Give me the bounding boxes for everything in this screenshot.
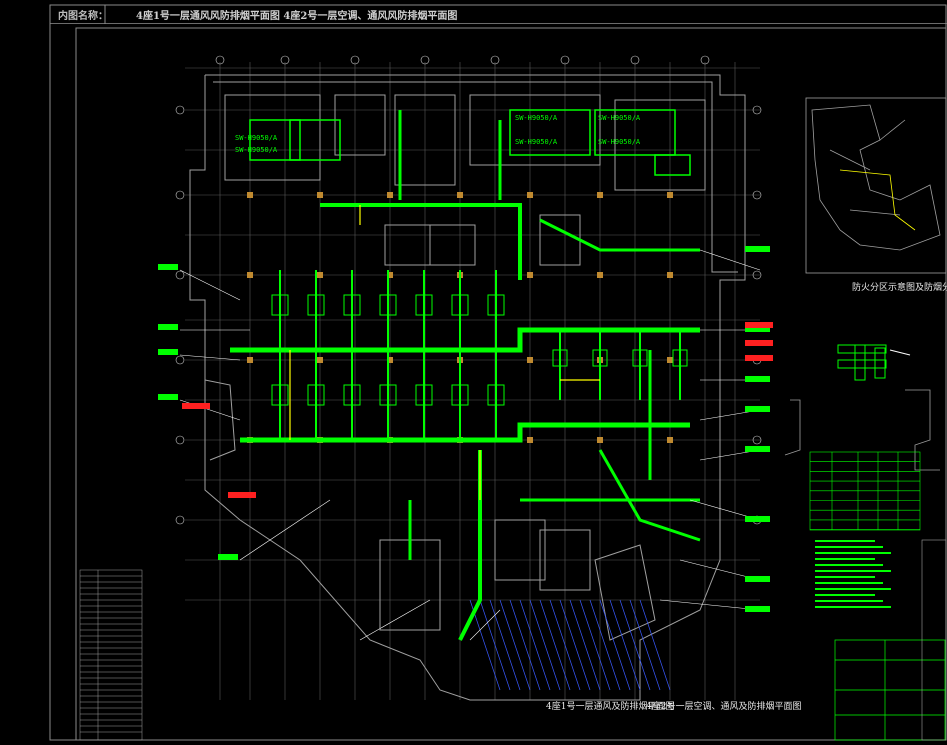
equipment-tag: SW-H9050/A: [598, 138, 641, 146]
column: [667, 357, 673, 363]
hatch-line: [499, 599, 531, 691]
column: [527, 272, 533, 278]
equipment-tag: SW-H9050/A: [515, 138, 558, 146]
hatch-line: [539, 599, 571, 691]
note-line: [815, 594, 875, 596]
ahu-unit: [289, 119, 341, 161]
axis-bubble: [175, 105, 185, 115]
red-tag: [745, 340, 773, 346]
note-line: [815, 582, 883, 584]
equipment-tag: SW-H9050/A: [598, 114, 641, 122]
tag-text-block: [158, 264, 178, 270]
hatch-line: [529, 599, 561, 691]
legend-table: [79, 569, 143, 741]
axis-bubble: [175, 270, 185, 280]
key-plan: [805, 97, 947, 274]
column: [317, 357, 323, 363]
duct-run: [230, 327, 700, 353]
tag-text-block: [745, 606, 770, 612]
hatch-line: [559, 599, 591, 691]
column: [597, 437, 603, 443]
hatch-line: [629, 599, 661, 691]
note-line: [815, 540, 875, 542]
red-tag: [745, 322, 773, 328]
tag-text-block: [745, 446, 770, 452]
design-notes: [815, 540, 891, 608]
tag-text-block: [745, 376, 770, 382]
equipment-tag: SW-H9050/A: [235, 146, 278, 154]
tag-text-block: [745, 516, 770, 522]
red-tag: [182, 403, 210, 409]
red-tag: [228, 492, 256, 498]
tag-text-block: [218, 554, 238, 560]
axis-bubble: [175, 355, 185, 365]
hatch-line: [509, 599, 541, 691]
duct-run: [320, 203, 522, 280]
column: [527, 192, 533, 198]
column: [247, 192, 253, 198]
column: [527, 437, 533, 443]
column: [527, 357, 533, 363]
cad-drawing-frame: 内图名称： 4座1号一层通风风防排烟平面图 4座2号一层空调、通风风防排烟平面图: [0, 0, 947, 745]
column: [317, 192, 323, 198]
duct-run: [458, 450, 482, 641]
column: [317, 272, 323, 278]
plan-caption-right: 4座2号一层空调、通风及防排烟平面图: [646, 702, 802, 712]
legend-outline: [79, 569, 143, 741]
red-tag: [745, 355, 773, 361]
tag-text-block: [745, 246, 770, 252]
tag-text-block: [158, 394, 178, 400]
axis-bubble: [175, 515, 185, 525]
tag-text-block: [745, 576, 770, 582]
note-line: [815, 570, 891, 572]
note-line: [815, 546, 883, 548]
column: [667, 272, 673, 278]
note-line: [815, 564, 883, 566]
note-line: [815, 606, 891, 608]
detail-drawing: [837, 344, 911, 381]
column: [597, 192, 603, 198]
tag-text-block: [745, 406, 770, 412]
axis-bubble: [175, 190, 185, 200]
hatch-line: [639, 599, 671, 691]
detail-wall: [784, 389, 940, 471]
leader-line: [359, 599, 431, 641]
outer-border: [49, 4, 947, 741]
leader-line: [179, 354, 241, 361]
column: [457, 192, 463, 198]
note-line: [815, 552, 891, 554]
note-line: [815, 600, 883, 602]
duct-run: [240, 422, 690, 443]
hatch-line: [489, 599, 521, 691]
key-plan-caption: 防火分区示意图及防烟分区示意图: [852, 283, 947, 293]
column: [667, 437, 673, 443]
hatch-line: [519, 599, 551, 691]
tag-text-block: [158, 349, 178, 355]
title-block: [834, 639, 946, 741]
equipment-schedule-table-icon: [809, 451, 921, 531]
equipment-tag: SW-H9050/A: [235, 134, 278, 142]
tag-text-block: [158, 324, 178, 330]
note-line: [815, 588, 891, 590]
hatch-line: [569, 599, 601, 691]
column: [597, 272, 603, 278]
column: [247, 357, 253, 363]
equipment-tag: SW-H9050/A: [515, 114, 558, 122]
column: [387, 192, 393, 198]
hatch-line: [599, 599, 631, 691]
column: [247, 272, 253, 278]
leader-line: [699, 249, 761, 271]
hatch-line: [609, 599, 641, 691]
note-line: [815, 558, 875, 560]
column: [667, 192, 673, 198]
fan-unit: [654, 154, 691, 176]
hvac-floor-plan-icon: SW-H9050/A SW-H9050/A SW-H9050/A SW-H905…: [49, 4, 947, 741]
note-line: [815, 576, 875, 578]
leader-line: [179, 269, 241, 301]
axis-bubble: [175, 435, 185, 445]
